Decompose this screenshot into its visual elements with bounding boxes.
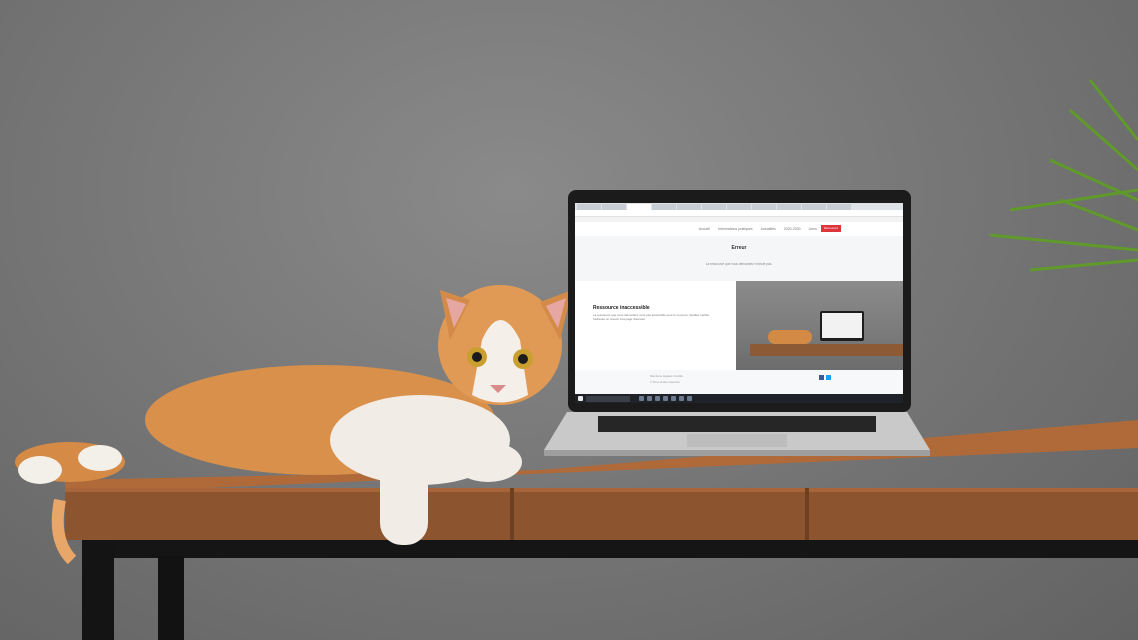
site-navigation: Accueil Informations pratiques Actualité… [575, 222, 903, 236]
footer-note: © Tous droits réservés [650, 380, 680, 384]
taskbar-app-icon[interactable] [671, 396, 676, 401]
twitter-icon[interactable] [826, 375, 831, 380]
plant [989, 79, 1138, 272]
browser-tab[interactable] [702, 204, 726, 210]
browser-tab[interactable] [777, 204, 801, 210]
trackpad [687, 434, 787, 447]
content-section: Ressource inaccessible La ressource que … [575, 281, 903, 370]
windows-start-icon[interactable] [578, 396, 583, 401]
site-footer: Mentions légales Crédits © Tous droits r… [575, 370, 903, 396]
laptop-display: Accueil Informations pratiques Actualité… [575, 203, 903, 403]
nav-item[interactable]: 2020-2030 [784, 227, 801, 231]
browser-tab[interactable] [677, 204, 701, 210]
error-banner: Erreur La ressource que vous demandez n'… [575, 236, 903, 281]
browser-tab[interactable] [652, 204, 676, 210]
desk-front-edge [65, 488, 1138, 540]
cta-button[interactable]: Découvrez [821, 225, 841, 232]
browser-tab[interactable] [752, 204, 776, 210]
nested-cat [768, 330, 812, 344]
browser-tab[interactable] [827, 204, 851, 210]
os-taskbar [575, 394, 903, 403]
facebook-icon[interactable] [819, 375, 824, 380]
keyboard [598, 416, 876, 432]
nav-item[interactable]: Actualités [761, 227, 776, 231]
footer-link[interactable]: Crédits [673, 374, 683, 378]
nested-photo [736, 281, 903, 370]
nested-laptop [820, 311, 864, 341]
cat-front-leg [380, 450, 428, 545]
browser-tab[interactable] [727, 204, 751, 210]
nested-desk [750, 344, 903, 356]
browser-tab[interactable] [602, 204, 626, 210]
error-title: Erreur [731, 245, 747, 251]
browser-tab[interactable] [577, 204, 601, 210]
taskbar-app-icon[interactable] [647, 396, 652, 401]
laptop-base [544, 412, 930, 456]
desk-frame [82, 538, 1138, 558]
cat-hind-paw [18, 456, 62, 484]
content-body: La ressource que vous demandez n'est pas… [593, 313, 710, 322]
taskbar-app-icon[interactable] [663, 396, 668, 401]
browser-address-bar[interactable] [575, 210, 903, 217]
taskbar-app-icon[interactable] [639, 396, 644, 401]
nav-item[interactable]: Liens [809, 227, 817, 231]
taskbar-app-icon[interactable] [679, 396, 684, 401]
desk-leg-back [158, 556, 184, 640]
nav-item[interactable]: Accueil [699, 227, 710, 231]
taskbar-search[interactable] [586, 395, 630, 402]
browser-tab[interactable] [802, 204, 826, 210]
taskbar-app-icon[interactable] [655, 396, 660, 401]
cat-front-paw [454, 442, 522, 482]
content-heading: Ressource inaccessible [593, 305, 650, 311]
footer-link[interactable]: Mentions légales [650, 374, 673, 378]
taskbar-app-icon[interactable] [687, 396, 692, 401]
desk-leg-left [82, 540, 114, 640]
error-message: La ressource que vous demandez n'existe … [705, 262, 773, 266]
browser-tab-strip [575, 203, 903, 210]
browser-tab-active[interactable] [627, 204, 651, 210]
nav-item[interactable]: Informations pratiques [718, 227, 753, 231]
